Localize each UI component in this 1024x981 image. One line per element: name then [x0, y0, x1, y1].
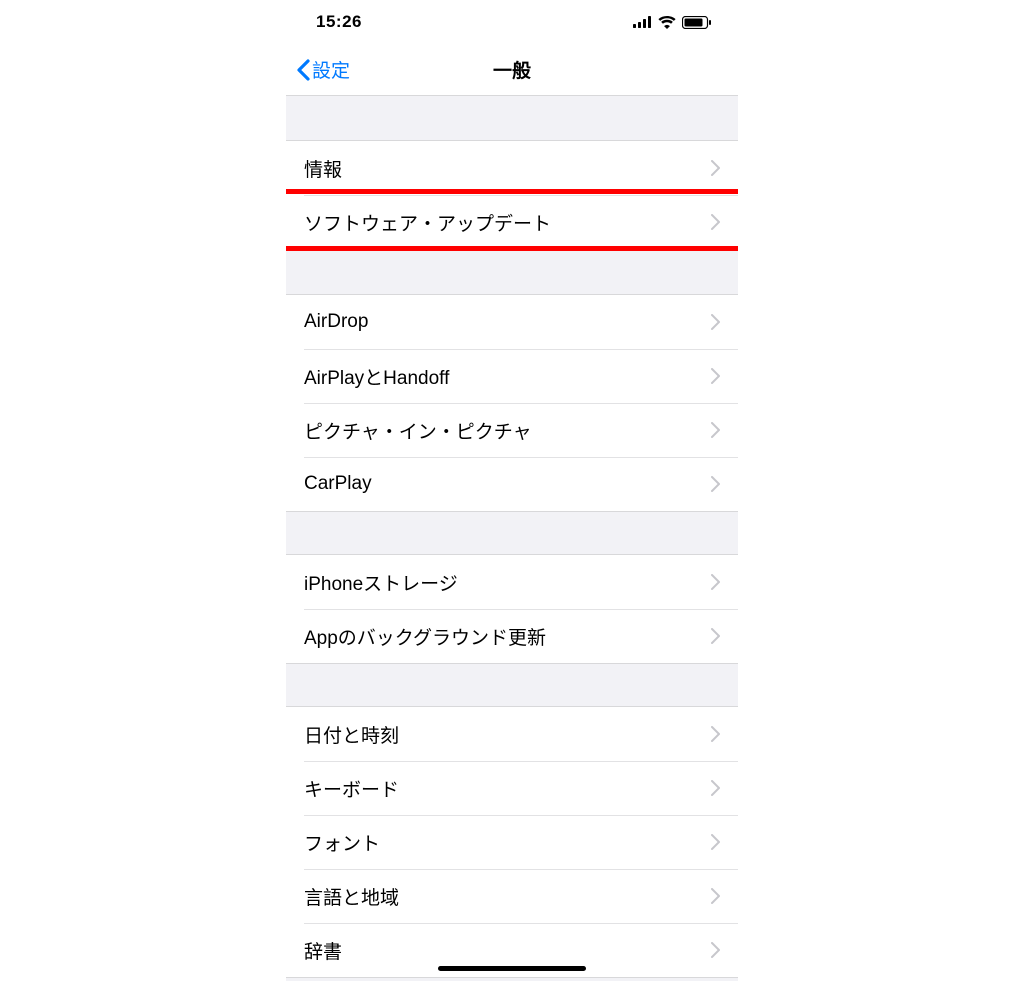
row-fonts[interactable]: フォント [286, 815, 738, 869]
row-background-app-refresh[interactable]: Appのバックグラウンド更新 [286, 609, 738, 663]
row-label: AirPlayとHandoff [304, 363, 449, 390]
chevron-right-icon [711, 476, 720, 492]
row-label: Appのバックグラウンド更新 [304, 623, 546, 650]
home-indicator[interactable] [438, 966, 586, 971]
section-gap [286, 250, 738, 294]
row-label: AirDrop [304, 311, 368, 333]
chevron-right-icon [711, 942, 720, 958]
chevron-right-icon [711, 160, 720, 176]
settings-section: AirDrop AirPlayとHandoff ピクチャ・イン・ピクチャ Car… [286, 294, 738, 512]
chevron-right-icon [711, 422, 720, 438]
chevron-right-icon [711, 834, 720, 850]
row-label: キーボード [304, 775, 399, 802]
nav-header: 設定 一般 [286, 44, 738, 96]
settings-section: iPhoneストレージ Appのバックグラウンド更新 [286, 554, 738, 664]
settings-section: 日付と時刻 キーボード フォント 言語と地域 [286, 706, 738, 978]
battery-icon [682, 16, 712, 29]
row-label: フォント [304, 829, 380, 856]
section-gap [286, 96, 738, 140]
chevron-right-icon [711, 628, 720, 644]
chevron-right-icon [711, 214, 720, 230]
row-iphone-storage[interactable]: iPhoneストレージ [286, 555, 738, 609]
row-airplay-handoff[interactable]: AirPlayとHandoff [286, 349, 738, 403]
row-label: ソフトウェア・アップデート [304, 209, 551, 236]
status-bar: 15:26 [286, 0, 738, 44]
back-button[interactable]: 設定 [296, 56, 350, 83]
chevron-right-icon [711, 780, 720, 796]
row-software-update[interactable]: ソフトウェア・アップデート [286, 195, 738, 249]
row-language-region[interactable]: 言語と地域 [286, 869, 738, 923]
settings-content[interactable]: 情報 ソフトウェア・アップデート AirDrop [286, 96, 738, 981]
row-label: ピクチャ・イン・ピクチャ [304, 417, 532, 444]
wifi-icon [658, 16, 676, 29]
row-label: 情報 [304, 155, 342, 182]
row-label: 言語と地域 [304, 883, 399, 910]
row-label: 辞書 [304, 937, 342, 964]
row-label: iPhoneストレージ [304, 569, 458, 596]
cellular-signal-icon [633, 16, 652, 28]
settings-section: 情報 ソフトウェア・アップデート [286, 140, 738, 250]
section-gap [286, 512, 738, 554]
status-time: 15:26 [316, 12, 362, 32]
section-gap [286, 664, 738, 706]
row-airdrop[interactable]: AirDrop [286, 295, 738, 349]
row-about[interactable]: 情報 [286, 141, 738, 195]
row-label: 日付と時刻 [304, 721, 399, 748]
chevron-right-icon [711, 726, 720, 742]
row-picture-in-picture[interactable]: ピクチャ・イン・ピクチャ [286, 403, 738, 457]
chevron-right-icon [711, 314, 720, 330]
page-title: 一般 [493, 56, 531, 83]
status-icons [633, 16, 712, 29]
row-keyboard[interactable]: キーボード [286, 761, 738, 815]
chevron-right-icon [711, 574, 720, 590]
phone-frame: 15:26 [286, 0, 738, 981]
chevron-right-icon [711, 888, 720, 904]
back-label: 設定 [312, 56, 350, 83]
row-carplay[interactable]: CarPlay [286, 457, 738, 511]
chevron-right-icon [711, 368, 720, 384]
chevron-left-icon [296, 59, 310, 81]
row-label: CarPlay [304, 473, 372, 495]
row-date-time[interactable]: 日付と時刻 [286, 707, 738, 761]
